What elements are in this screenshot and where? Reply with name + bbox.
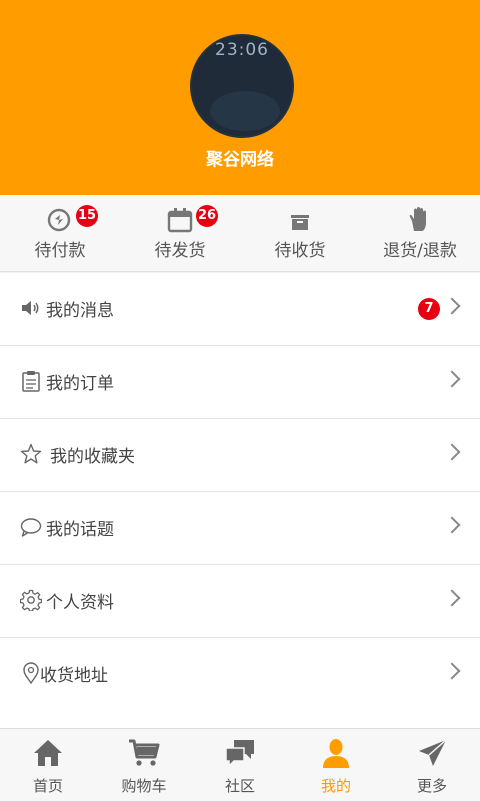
order-badge: 26 [196,205,219,227]
clipboard-icon [22,371,40,392]
send-icon [419,739,447,766]
chevron-right-icon [443,516,461,534]
chevron-right-icon [443,443,461,461]
chevron-right-icon [443,589,461,607]
menu-item-profile[interactable]: 个人资料 [0,565,480,638]
order-status-bar: 15 待付款 26 待发货 待收货 退货/退款 [0,195,480,272]
chevron-right-icon [443,297,461,315]
chat-bubble-icon [20,518,42,537]
menu-item-label: 我的收藏夹 [50,447,135,467]
order-tab-label: 待收货 [274,241,326,261]
username: 聚谷网络 [206,150,274,170]
menu-item-partial [0,710,480,728]
chevron-right-icon [443,370,461,388]
hand-icon [409,207,426,231]
menu-item-favorites[interactable]: 我的收藏夹 [0,419,480,492]
tab-label: 我的 [320,777,351,795]
menu-item-topics[interactable]: 我的话题 [0,492,480,565]
tab-more[interactable]: 更多 [384,729,480,801]
box-icon [291,215,309,230]
location-pin-icon [23,662,39,684]
order-badge: 15 [76,205,99,227]
menu-list: 我的消息 7 我的订单 我的收藏夹 我的话题 个人资料 收货地址 [0,273,480,711]
avatar-backdrop [210,91,280,131]
menu-item-label: 我的消息 [46,301,114,321]
order-tab-pending-receipt[interactable]: 待收货 [240,195,360,271]
menu-item-address[interactable]: 收货地址 [0,638,480,711]
gear-icon [20,589,42,611]
menu-item-messages[interactable]: 我的消息 7 [0,273,480,346]
order-tab-label: 退货/退款 [383,241,457,261]
bottom-tab-bar: 首页 购物车 社区 我的 更多 [0,728,480,801]
message-count-badge: 7 [418,298,440,320]
tab-mine[interactable]: 我的 [288,729,384,801]
payment-icon [47,208,71,232]
speaker-icon [22,301,39,315]
star-icon [20,443,42,464]
menu-item-label: 个人资料 [46,593,114,613]
avatar-clock-text: 23:06 [215,40,269,60]
order-tab-pending-payment[interactable]: 15 待付款 [0,195,120,271]
menu-item-label: 我的话题 [46,520,114,540]
avatar[interactable]: 23:06 [190,34,294,138]
tab-label: 购物车 [121,777,167,795]
order-tab-pending-shipment[interactable]: 26 待发货 [120,195,240,271]
tab-cart[interactable]: 购物车 [96,729,192,801]
home-icon [34,740,62,766]
user-icon [323,739,349,768]
menu-item-label: 我的订单 [46,374,114,394]
tab-label: 社区 [224,777,255,795]
profile-header: 23:06 聚谷网络 [0,0,480,195]
menu-item-orders[interactable]: 我的订单 [0,346,480,419]
order-tab-label: 待发货 [154,241,206,261]
order-tab-label: 待付款 [34,241,86,261]
chevron-right-icon [443,662,461,680]
tab-label: 首页 [32,777,63,795]
community-icon [225,740,254,768]
tab-label: 更多 [416,777,447,795]
order-tab-refund[interactable]: 退货/退款 [360,195,480,271]
menu-item-label: 收货地址 [40,666,108,686]
tab-home[interactable]: 首页 [0,729,96,801]
tab-community[interactable]: 社区 [192,729,288,801]
calendar-icon [167,208,193,233]
cart-icon [129,739,160,766]
